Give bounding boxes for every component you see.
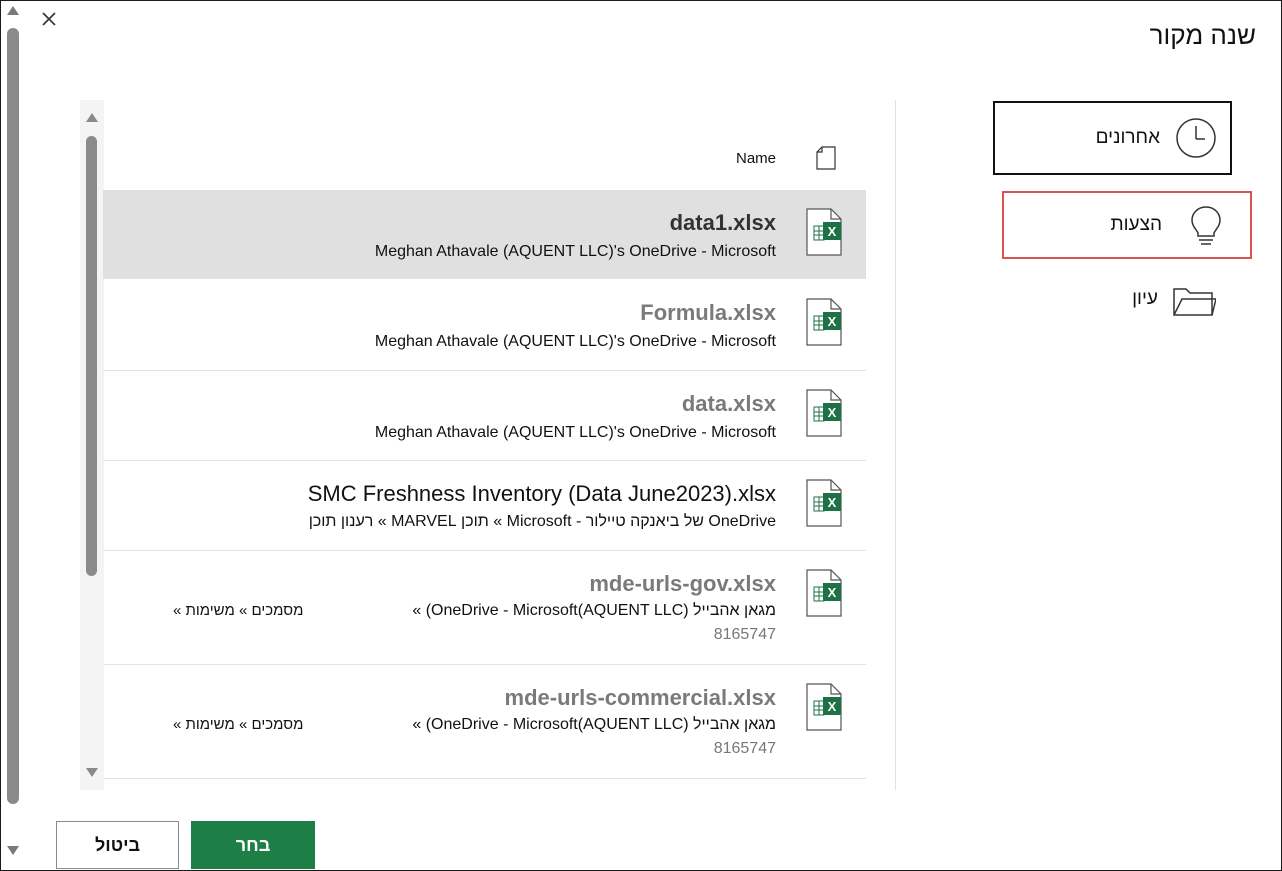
nav-item-browse[interactable]: עיון bbox=[993, 264, 1228, 334]
file-location: Meghan Athavale (AQUENT LLC)'s OneDrive … bbox=[374, 243, 776, 260]
file-location: מגאן אהבייל (AQUENT LLC)OneDrive - Micro… bbox=[412, 602, 776, 619]
svg-text:X: X bbox=[828, 314, 837, 329]
clock-icon bbox=[1176, 118, 1216, 158]
document-icon bbox=[816, 146, 836, 170]
excel-file-icon: X bbox=[806, 389, 842, 437]
outer-scroll-up-arrow[interactable] bbox=[7, 6, 19, 15]
list-scroll-down-arrow[interactable] bbox=[86, 768, 98, 777]
file-name: data1.xlsx bbox=[669, 210, 776, 235]
svg-text:X: X bbox=[828, 495, 837, 510]
column-header-name[interactable]: Name bbox=[103, 136, 866, 180]
svg-text:X: X bbox=[828, 585, 837, 600]
file-row[interactable]: X mde-urls-commercial.xlsx מגאן אהבייל (… bbox=[103, 665, 866, 779]
file-name: mde-urls-commercial.xlsx bbox=[504, 685, 776, 710]
file-row[interactable]: X data1.xlsx Meghan Athavale (AQUENT LLC… bbox=[103, 190, 866, 279]
excel-file-icon: X bbox=[806, 298, 842, 346]
file-row[interactable]: X mde-urls-gov.xlsx מגאן אהבייל (AQUENT … bbox=[103, 551, 866, 665]
excel-file-icon: X bbox=[806, 569, 842, 617]
file-location: OneDrive של ביאנקה טיילור - Microsoft » … bbox=[308, 513, 776, 530]
nav-item-label: הצעות bbox=[1110, 214, 1162, 235]
list-scrollbar-thumb[interactable] bbox=[86, 136, 97, 576]
cancel-button[interactable]: ביטול bbox=[56, 821, 179, 869]
nav-item-label: אחרונים bbox=[1095, 127, 1160, 148]
outer-scrollbar-thumb[interactable] bbox=[7, 28, 19, 804]
nav-item-recent[interactable]: אחרונים bbox=[993, 101, 1232, 175]
file-name: mde-urls-gov.xlsx bbox=[589, 571, 776, 596]
nav-divider bbox=[895, 100, 896, 790]
close-button[interactable] bbox=[38, 8, 60, 30]
file-row[interactable]: X SMC Freshness Inventory (Data June2023… bbox=[103, 461, 866, 551]
select-button-label: בחר bbox=[235, 834, 271, 855]
file-location-crumb: מסמכים » משימות » bbox=[173, 602, 304, 619]
column-header-label: Name bbox=[735, 150, 776, 167]
excel-file-icon: X bbox=[806, 683, 842, 731]
dialog-title: שנה מקור bbox=[1149, 20, 1256, 50]
folder-icon bbox=[1173, 288, 1216, 316]
file-location: Meghan Athavale (AQUENT LLC)'s OneDrive … bbox=[374, 333, 776, 350]
nav-item-suggestions[interactable]: הצעות bbox=[1002, 191, 1252, 259]
file-location-id: 8165747 bbox=[713, 740, 776, 757]
nav-item-label: עיון bbox=[1132, 288, 1158, 309]
file-location: מגאן אהבייל (AQUENT LLC)OneDrive - Micro… bbox=[412, 716, 776, 733]
lightbulb-icon bbox=[1191, 206, 1221, 245]
select-button[interactable]: בחר bbox=[191, 821, 315, 869]
svg-text:X: X bbox=[828, 405, 837, 420]
file-name: SMC Freshness Inventory (Data June2023).… bbox=[307, 481, 776, 506]
file-name: data.xlsx bbox=[681, 391, 776, 416]
svg-text:X: X bbox=[828, 699, 837, 714]
list-scroll-up-arrow[interactable] bbox=[86, 113, 98, 122]
cancel-button-label: ביטול bbox=[94, 834, 141, 855]
file-row[interactable]: X data.xlsx Meghan Athavale (AQUENT LLC)… bbox=[103, 371, 866, 461]
file-row[interactable]: X Formula.xlsx Meghan Athavale (AQUENT L… bbox=[103, 280, 866, 371]
outer-scroll-down-arrow[interactable] bbox=[7, 846, 19, 855]
file-location: Meghan Athavale (AQUENT LLC)'s OneDrive … bbox=[374, 424, 776, 441]
file-location-id: 8165747 bbox=[713, 626, 776, 643]
close-icon bbox=[42, 12, 56, 26]
svg-text:X: X bbox=[828, 224, 837, 239]
file-name: Formula.xlsx bbox=[640, 300, 776, 325]
excel-file-icon: X bbox=[806, 479, 842, 527]
file-location-crumb: מסמכים » משימות » bbox=[173, 716, 304, 733]
excel-file-icon: X bbox=[806, 208, 842, 256]
